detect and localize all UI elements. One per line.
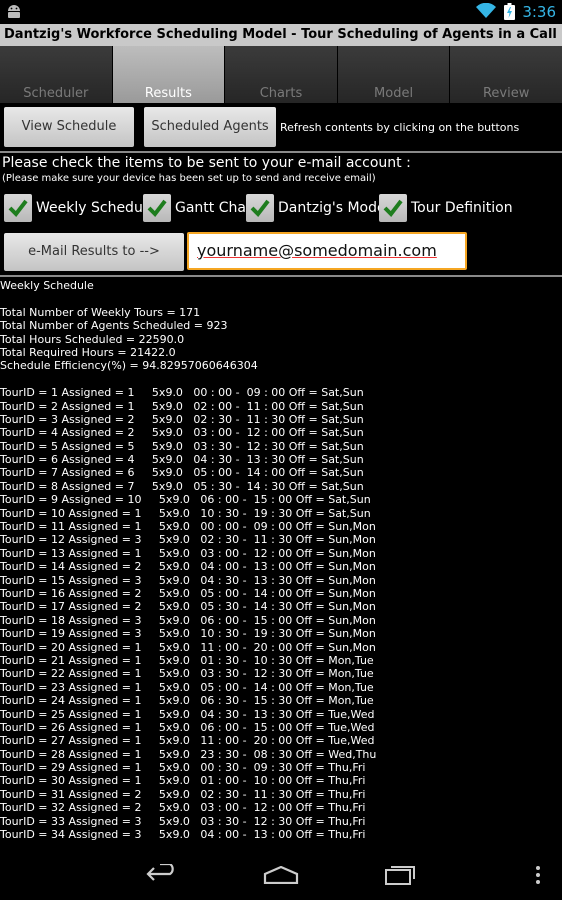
clock: 3:36 xyxy=(522,3,556,21)
tour-row: TourID = 8 Assigned = 7 5x9.0 05 : 30 - … xyxy=(0,479,364,493)
tour-row: TourID = 20 Assigned = 1 5x9.0 11 : 00 -… xyxy=(0,640,376,654)
tour-row: TourID = 31 Assigned = 2 5x9.0 02 : 30 -… xyxy=(0,787,366,801)
email-section-subtitle: (Please make sure your device has been s… xyxy=(2,173,376,184)
summary-line: Schedule Efficiency(%) = 94.829570606463… xyxy=(0,359,258,373)
tab-model[interactable]: Model xyxy=(337,46,450,103)
tour-row: TourID = 4 Assigned = 2 5x9.0 03 : 00 - … xyxy=(0,426,364,440)
tour-row: TourID = 30 Assigned = 1 5x9.0 01 : 00 -… xyxy=(0,774,366,788)
summary-block: Total Number of Weekly Tours = 171 Total … xyxy=(0,306,562,373)
tour-row: TourID = 26 Assigned = 1 5x9.0 06 : 00 -… xyxy=(0,720,375,734)
tour-row: TourID = 28 Assigned = 1 5x9.0 23 : 30 -… xyxy=(0,747,377,761)
tour-row: TourID = 29 Assigned = 1 5x9.0 00 : 30 -… xyxy=(0,761,366,775)
action-row: View Schedule Scheduled Agents Refresh c… xyxy=(0,104,562,150)
checkmark-icon xyxy=(383,199,403,218)
home-icon[interactable] xyxy=(263,866,299,884)
tour-row: TourID = 33 Assigned = 3 5x9.0 03 : 30 -… xyxy=(0,814,366,828)
android-icon xyxy=(8,5,20,18)
divider xyxy=(0,275,562,277)
status-bar: 3:36 xyxy=(0,0,562,24)
summary-line: Total Hours Scheduled = 22590.0 xyxy=(0,332,185,346)
app-title: Dantzig's Workforce Scheduling Model - T… xyxy=(0,24,562,46)
tour-row: TourID = 10 Assigned = 1 5x9.0 10 : 30 -… xyxy=(0,506,371,520)
battery-icon xyxy=(504,3,515,20)
tour-definition-label: Tour Definition xyxy=(411,200,513,216)
tour-row: TourID = 6 Assigned = 4 5x9.0 04 : 30 - … xyxy=(0,453,364,467)
view-schedule-button[interactable]: View Schedule xyxy=(4,107,134,147)
wifi-icon xyxy=(476,3,496,18)
tour-row: TourID = 13 Assigned = 1 5x9.0 03 : 00 -… xyxy=(0,546,376,560)
tab-review[interactable]: Review xyxy=(450,46,562,103)
tour-row: TourID = 11 Assigned = 1 5x9.0 00 : 00 -… xyxy=(0,520,376,534)
divider xyxy=(0,151,562,153)
email-results-button[interactable]: e-Mail Results to --> xyxy=(4,233,184,271)
checkmark-icon xyxy=(8,199,28,218)
navigation-bar xyxy=(0,846,562,900)
tour-row: TourID = 18 Assigned = 3 5x9.0 06 : 00 -… xyxy=(0,613,376,627)
summary-line: Total Required Hours = 21422.0 xyxy=(0,345,176,359)
results-text[interactable]: Weekly Schedule Total Number of Weekly T… xyxy=(0,279,562,846)
tour-row: TourID = 12 Assigned = 3 5x9.0 02 : 30 -… xyxy=(0,533,376,547)
gantt-chart-label: Gantt Chart xyxy=(175,200,258,216)
email-items: Weekly Schedule Gantt Chart Dantzig's Mo… xyxy=(0,194,562,224)
summary-line: Total Number of Weekly Tours = 171 xyxy=(0,305,201,319)
weekly-schedule-label: Weekly Schedule xyxy=(36,200,156,216)
tour-row: TourID = 9 Assigned = 10 5x9.0 06 : 00 -… xyxy=(0,493,371,507)
tour-definition-checkbox[interactable] xyxy=(379,194,407,222)
tab-charts[interactable]: Charts xyxy=(225,46,337,103)
tour-row: TourID = 5 Assigned = 5 5x9.0 03 : 30 - … xyxy=(0,439,364,453)
tour-row: TourID = 3 Assigned = 2 5x9.0 02 : 30 - … xyxy=(0,412,364,426)
tour-row: TourID = 23 Assigned = 1 5x9.0 05 : 00 -… xyxy=(0,680,374,694)
back-icon[interactable] xyxy=(146,864,178,884)
tab-results[interactable]: Results xyxy=(112,46,225,103)
dantzigs-model-label: Dantzig's Model xyxy=(278,200,390,216)
dantzigs-model-checkbox[interactable] xyxy=(246,194,274,222)
checkmark-icon xyxy=(147,199,167,218)
tour-row: TourID = 17 Assigned = 2 5x9.0 05 : 30 -… xyxy=(0,600,376,614)
tour-row: TourID = 1 Assigned = 1 5x9.0 00 : 00 - … xyxy=(0,386,364,400)
tour-row: TourID = 24 Assigned = 1 5x9.0 06 : 30 -… xyxy=(0,694,374,708)
tour-row: TourID = 7 Assigned = 6 5x9.0 05 : 00 - … xyxy=(0,466,364,480)
checkmark-icon xyxy=(250,199,270,218)
tour-row: TourID = 16 Assigned = 2 5x9.0 05 : 00 -… xyxy=(0,586,376,600)
results-heading: Weekly Schedule xyxy=(0,279,94,292)
tour-row: TourID = 21 Assigned = 1 5x9.0 01 : 30 -… xyxy=(0,653,374,667)
email-input-value: yourname@somedomain.com xyxy=(197,241,437,260)
refresh-hint: Refresh contents by clicking on the butt… xyxy=(280,121,520,134)
gantt-chart-checkbox[interactable] xyxy=(143,194,171,222)
tour-row: TourID = 15 Assigned = 3 5x9.0 04 : 30 -… xyxy=(0,573,376,587)
tour-row: TourID = 32 Assigned = 2 5x9.0 03 : 00 -… xyxy=(0,801,366,815)
tab-scheduler[interactable]: Scheduler xyxy=(0,46,112,103)
tour-row: TourID = 22 Assigned = 1 5x9.0 03 : 30 -… xyxy=(0,667,374,681)
tour-row: TourID = 14 Assigned = 2 5x9.0 04 : 00 -… xyxy=(0,560,376,574)
menu-icon[interactable] xyxy=(535,865,541,885)
weekly-schedule-checkbox[interactable] xyxy=(4,194,32,222)
tour-row: TourID = 25 Assigned = 1 5x9.0 04 : 30 -… xyxy=(0,707,375,721)
tour-row: TourID = 2 Assigned = 1 5x9.0 02 : 00 - … xyxy=(0,399,364,413)
summary-line: Total Number of Agents Scheduled = 923 xyxy=(0,319,228,333)
email-input[interactable]: yourname@somedomain.com xyxy=(187,232,467,270)
email-section-title: Please check the items to be sent to you… xyxy=(2,155,411,171)
tab-bar: Scheduler Results Charts Model Review xyxy=(0,46,562,103)
scheduled-agents-button[interactable]: Scheduled Agents xyxy=(144,107,276,147)
tour-row: TourID = 34 Assigned = 3 5x9.0 04 : 00 -… xyxy=(0,828,366,842)
tour-list: TourID = 1 Assigned = 1 5x9.0 00 : 00 - … xyxy=(0,386,562,841)
tour-row: TourID = 27 Assigned = 1 5x9.0 11 : 00 -… xyxy=(0,734,375,748)
tour-row: TourID = 19 Assigned = 3 5x9.0 10 : 30 -… xyxy=(0,627,376,641)
recent-apps-icon[interactable] xyxy=(385,863,417,885)
